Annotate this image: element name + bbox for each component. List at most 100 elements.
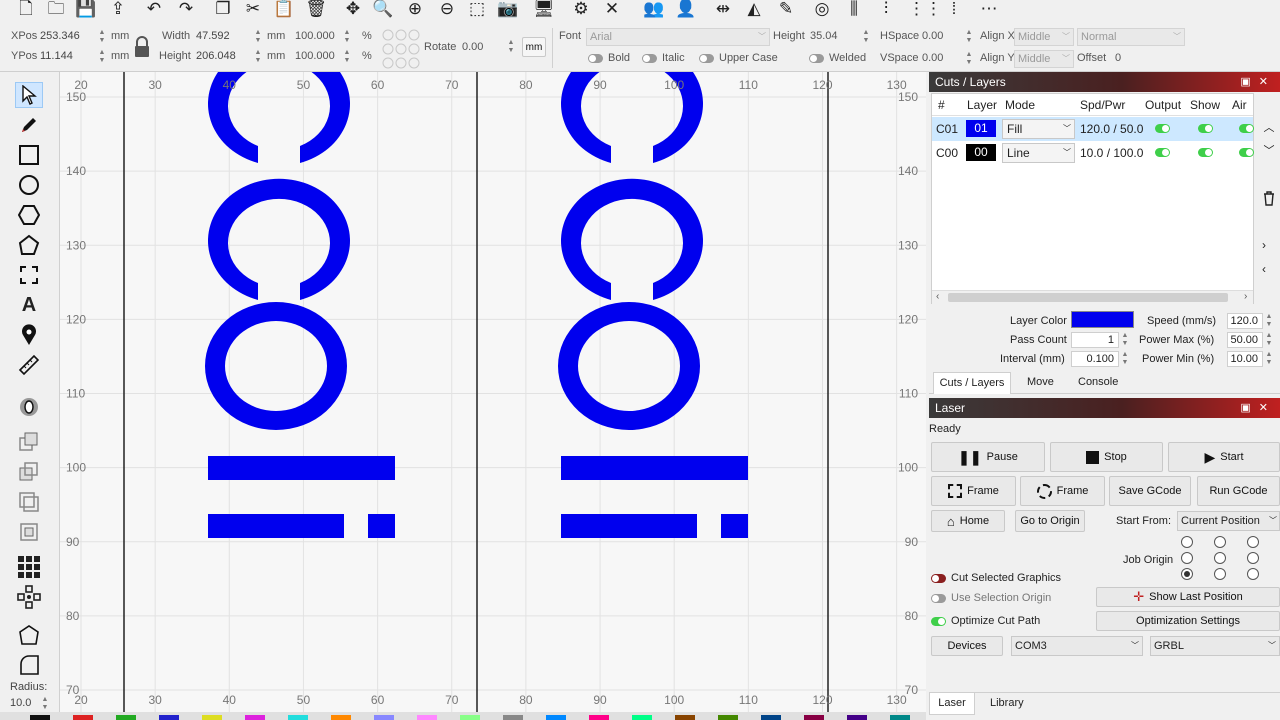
float-icon[interactable]: ▣ xyxy=(1240,76,1258,88)
open-folder-icon[interactable]: 🗀 xyxy=(45,0,67,20)
new-file-icon[interactable]: 🗋 xyxy=(15,0,37,20)
welded-toggle[interactable] xyxy=(809,54,824,63)
upper-case-toggle[interactable] xyxy=(699,54,714,63)
select-frame-icon[interactable]: ⬚ xyxy=(466,0,488,20)
save-gcode-button[interactable]: Save GCode xyxy=(1109,476,1191,506)
move-layer-up-icon[interactable]: ︿ xyxy=(1258,119,1280,137)
devices-button[interactable]: Devices xyxy=(931,636,1003,656)
font-height-value[interactable]: 35.04 xyxy=(810,30,838,42)
job-origin-radio[interactable] xyxy=(1247,536,1259,548)
go-to-origin-button[interactable]: Go to Origin xyxy=(1015,510,1085,532)
delete-layer-icon[interactable] xyxy=(1262,190,1276,206)
scale-height-spinner[interactable]: ▲ ▼ xyxy=(343,49,351,65)
font-height-spinner[interactable]: ▲ ▼ xyxy=(862,29,870,45)
rotate-spinner[interactable]: ▲ ▼ xyxy=(507,39,515,55)
float-icon[interactable]: ▣ xyxy=(1240,402,1258,414)
ruler-icon[interactable] xyxy=(15,352,43,378)
rectangle-icon[interactable] xyxy=(15,142,43,168)
ypos-spinner[interactable]: ▲ ▼ xyxy=(98,49,106,65)
palette-swatch[interactable] xyxy=(374,715,394,720)
width-spinner[interactable]: ▲ ▼ xyxy=(254,29,262,45)
palette-swatch[interactable] xyxy=(546,715,566,720)
controller-dropdown[interactable]: GRBL ﹀ xyxy=(1150,636,1280,656)
tab-move[interactable]: Move xyxy=(1027,376,1054,388)
start-button[interactable]: ▶ Start xyxy=(1168,442,1280,472)
speed-field[interactable]: 120.0 xyxy=(1227,313,1263,329)
layer-row[interactable]: C00 00 Line ﹀ 10.0 / 100.0 xyxy=(932,141,1254,165)
interval-field[interactable]: 0.100 xyxy=(1071,351,1119,367)
job-origin-radio[interactable] xyxy=(1247,552,1259,564)
stop-button[interactable]: Stop xyxy=(1050,442,1163,472)
pentagon-icon[interactable] xyxy=(15,232,43,258)
height-value[interactable]: 206.048 xyxy=(196,50,236,62)
flip-h-icon[interactable]: ⇹ xyxy=(712,0,734,20)
palette-swatch[interactable] xyxy=(159,715,179,720)
offset-ring-icon[interactable] xyxy=(15,394,43,420)
optimization-settings-button[interactable]: Optimization Settings xyxy=(1096,611,1280,631)
palette-swatch[interactable] xyxy=(890,715,910,720)
palette-swatch[interactable] xyxy=(288,715,308,720)
column-header[interactable]: Spd/Pwr xyxy=(1080,98,1125,112)
layer-row[interactable]: C01 01 Fill ﹀ 120.0 / 50.0 xyxy=(932,117,1254,141)
hspace-value[interactable]: 0.00 xyxy=(922,30,943,42)
boolean-subtract-icon[interactable] xyxy=(15,459,43,485)
palette-swatch[interactable] xyxy=(761,715,781,720)
run-gcode-button[interactable]: Run GCode xyxy=(1197,476,1280,506)
paste-icon[interactable]: 📋 xyxy=(273,0,295,20)
xpos-spinner[interactable]: ▲ ▼ xyxy=(98,29,106,45)
pencil-icon[interactable] xyxy=(15,112,43,138)
job-origin-radio[interactable] xyxy=(1214,536,1226,548)
redo-icon[interactable]: ↷ xyxy=(175,0,197,20)
cut-selected-toggle[interactable] xyxy=(931,574,946,583)
corner-frame-icon[interactable] xyxy=(15,262,43,288)
align-icon[interactable]: ⫼ xyxy=(843,0,865,20)
frame-button-contour[interactable]: Frame xyxy=(1020,476,1105,506)
monitor-icon[interactable]: 🖥 xyxy=(533,0,555,20)
polygon-icon[interactable] xyxy=(15,202,43,228)
save-icon[interactable]: 💾 xyxy=(75,0,97,20)
horizontal-scrollbar[interactable]: ‹ › xyxy=(932,290,1253,304)
palette-swatch[interactable] xyxy=(632,715,652,720)
boolean-intersect-icon[interactable] xyxy=(15,489,43,515)
column-header[interactable]: Output xyxy=(1145,98,1181,112)
tab-library[interactable]: Library xyxy=(990,697,1024,709)
vspace-value[interactable]: 0.00 xyxy=(922,52,943,64)
hspace-spinner[interactable]: ▲ ▼ xyxy=(965,29,973,45)
circular-array-icon[interactable] xyxy=(15,584,43,610)
scale-height-value[interactable]: 100.000 xyxy=(295,50,335,62)
job-origin-radio[interactable] xyxy=(1214,568,1226,580)
align-center-icon[interactable]: ⫶ xyxy=(875,0,897,20)
width-value[interactable]: 47.592 xyxy=(196,30,230,42)
palette-swatch[interactable] xyxy=(202,715,222,720)
layer-color-chip[interactable]: 00 xyxy=(966,144,996,161)
font-dropdown[interactable]: Arial ﹀ xyxy=(586,28,770,46)
cut-icon[interactable]: ✂ xyxy=(242,0,264,20)
italic-toggle[interactable] xyxy=(642,54,657,63)
palette-swatch[interactable] xyxy=(116,715,136,720)
text-icon[interactable]: A xyxy=(15,292,43,318)
palette-swatch[interactable] xyxy=(417,715,437,720)
user-icon[interactable]: 👤 xyxy=(675,0,697,20)
pause-button[interactable]: ❚❚ Pause xyxy=(931,442,1045,472)
mode-dropdown[interactable]: Fill ﹀ xyxy=(1002,119,1075,139)
optimize-cut-path-toggle[interactable] xyxy=(931,617,946,626)
palette-swatch[interactable] xyxy=(847,715,867,720)
tools-icon[interactable]: ✕ xyxy=(601,0,623,20)
zoom-in-icon[interactable]: ⊕ xyxy=(404,0,426,20)
distribute-icon[interactable]: ⋮⋮ xyxy=(908,0,942,20)
lock-icon[interactable] xyxy=(133,36,151,58)
power-min-field[interactable]: 10.00 xyxy=(1227,351,1263,367)
frame-button-rect[interactable]: Frame xyxy=(931,476,1016,506)
close-icon[interactable]: ✕ xyxy=(1259,76,1276,88)
tab-laser[interactable]: Laser xyxy=(929,693,975,715)
air-toggle[interactable] xyxy=(1239,148,1254,157)
job-origin-radio[interactable] xyxy=(1214,552,1226,564)
job-origin-radio[interactable] xyxy=(1181,552,1193,564)
port-dropdown[interactable]: COM3 ﹀ xyxy=(1011,636,1143,656)
export-icon[interactable]: ⇪ xyxy=(107,0,129,20)
rounded-corner-icon[interactable] xyxy=(15,652,43,678)
power-max-spinner[interactable]: ▲ ▼ xyxy=(1265,332,1273,348)
palette-swatch[interactable] xyxy=(73,715,93,720)
column-header[interactable]: Air xyxy=(1232,98,1247,112)
palette-swatch[interactable] xyxy=(804,715,824,720)
